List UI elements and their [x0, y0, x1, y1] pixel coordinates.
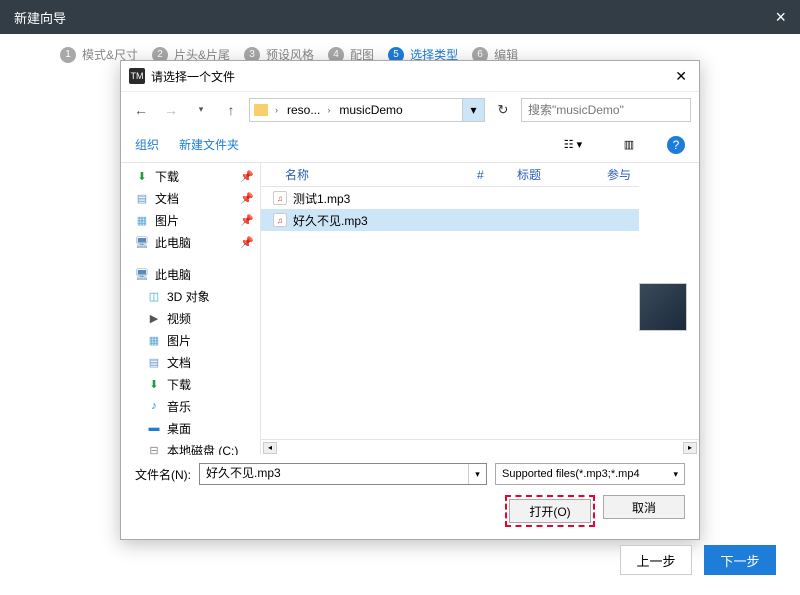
folder-tree: ⬇下载📌 ▤文档📌 ▦图片📌 🖥此电脑📌 🖥此电脑 ◫3D 对象 ▶视频 ▦图片…: [121, 163, 261, 455]
pin-icon: 📌: [240, 170, 254, 183]
tree-item[interactable]: ▦图片📌: [121, 209, 260, 231]
audio-file-icon: ♫: [273, 191, 287, 205]
download-icon: ⬇: [135, 169, 149, 183]
breadcrumb[interactable]: › reso... › musicDemo ▾: [249, 98, 485, 122]
pin-icon: 📌: [240, 236, 254, 249]
filename-label: 文件名(N):: [135, 466, 191, 483]
tree-item-this-pc[interactable]: 🖥此电脑: [121, 263, 260, 285]
col-num[interactable]: #: [469, 168, 509, 182]
nav-bar: ← → ▾ ↑ › reso... › musicDemo ▾ ↻ 搜索"mus…: [121, 91, 699, 127]
wizard-footer: 上一步 下一步: [620, 545, 776, 575]
prev-step-button[interactable]: 上一步: [620, 545, 692, 575]
search-input[interactable]: 搜索"musicDemo": [521, 98, 691, 122]
picture-icon: ▦: [147, 333, 161, 347]
preview-pane: [639, 163, 699, 439]
view-mode-button[interactable]: ☷ ▾: [555, 134, 591, 156]
tree-item[interactable]: ▤文档: [121, 351, 260, 373]
filename-input[interactable]: 好久不见.mp3 ▾: [199, 463, 487, 485]
music-icon: ♪: [147, 399, 161, 413]
pin-icon: 📌: [240, 192, 254, 205]
back-icon[interactable]: ←: [129, 98, 153, 122]
audio-file-icon: ♫: [273, 213, 287, 227]
preview-pane-button[interactable]: ▥: [611, 134, 647, 156]
tree-item[interactable]: ⊟本地磁盘 (C:): [121, 439, 260, 455]
3d-icon: ◫: [147, 289, 161, 303]
disk-icon: ⊟: [147, 443, 161, 455]
tree-item[interactable]: ♪音乐: [121, 395, 260, 417]
path-segment[interactable]: reso...: [281, 99, 324, 121]
col-title[interactable]: 标题: [509, 166, 599, 183]
new-folder-button[interactable]: 新建文件夹: [179, 136, 239, 153]
pc-icon: 🖥: [135, 267, 149, 281]
column-headers: 名称 # 标题 参与: [261, 163, 639, 187]
tree-item[interactable]: ⬇下载📌: [121, 165, 260, 187]
picture-icon: ▦: [135, 213, 149, 227]
tree-item[interactable]: ▦图片: [121, 329, 260, 351]
file-row[interactable]: ♫测试1.mp3: [261, 187, 639, 209]
col-name[interactable]: 名称: [277, 166, 469, 183]
dialog-footer: 文件名(N): 好久不见.mp3 ▾ Supported files(*.mp3…: [121, 455, 699, 539]
organize-button[interactable]: 组织: [135, 136, 159, 153]
filetype-filter[interactable]: Supported files(*.mp3;*.mp4▾: [495, 463, 685, 485]
tree-item[interactable]: ▶视频: [121, 307, 260, 329]
video-icon: ▶: [147, 311, 161, 325]
document-icon: ▤: [135, 191, 149, 205]
horizontal-scrollbar[interactable]: ◂ ▸: [261, 439, 699, 455]
highlight-annotation: 打开(O): [505, 495, 595, 527]
next-step-button[interactable]: 下一步: [704, 545, 776, 575]
file-row[interactable]: ♫好久不见.mp3: [261, 209, 639, 231]
refresh-icon[interactable]: ↻: [491, 98, 515, 122]
document-icon: ▤: [147, 355, 161, 369]
pc-icon: 🖥: [135, 235, 149, 249]
path-dropdown-icon[interactable]: ▾: [462, 99, 484, 121]
chevron-down-icon[interactable]: ▾: [189, 98, 213, 122]
preview-thumbnail: [639, 283, 687, 331]
desktop-icon: ▬: [147, 421, 161, 435]
tree-item[interactable]: ⬇下载: [121, 373, 260, 395]
dialog-titlebar: TM 请选择一个文件 ✕: [121, 61, 699, 91]
scroll-right-icon[interactable]: ▸: [683, 442, 697, 454]
tree-item[interactable]: ▬桌面: [121, 417, 260, 439]
open-button[interactable]: 打开(O): [509, 499, 591, 523]
tree-item[interactable]: 🖥此电脑📌: [121, 231, 260, 253]
help-icon[interactable]: ?: [667, 136, 685, 154]
file-list: 名称 # 标题 参与 ♫测试1.mp3 ♫好久不见.mp3: [261, 163, 639, 439]
cancel-button[interactable]: 取消: [603, 495, 685, 519]
forward-icon[interactable]: →: [159, 98, 183, 122]
app-logo-icon: TM: [129, 68, 145, 84]
path-segment[interactable]: musicDemo: [333, 99, 406, 121]
dialog-toolbar: 组织 新建文件夹 ☷ ▾ ▥ ?: [121, 127, 699, 163]
download-icon: ⬇: [147, 377, 161, 391]
tree-item[interactable]: ▤文档📌: [121, 187, 260, 209]
dialog-close-icon[interactable]: ✕: [671, 68, 691, 85]
dialog-title: 请选择一个文件: [151, 68, 235, 85]
pin-icon: 📌: [240, 214, 254, 227]
close-icon[interactable]: ×: [775, 7, 786, 28]
wizard-title: 新建向导: [14, 8, 66, 27]
scroll-left-icon[interactable]: ◂: [263, 442, 277, 454]
up-icon[interactable]: ↑: [219, 98, 243, 122]
chevron-down-icon: ▾: [673, 469, 678, 480]
wizard-header: 新建向导 ×: [0, 0, 800, 34]
folder-icon: [254, 104, 268, 116]
col-part[interactable]: 参与: [599, 166, 639, 183]
file-open-dialog: TM 请选择一个文件 ✕ ← → ▾ ↑ › reso... › musicDe…: [120, 60, 700, 540]
chevron-down-icon[interactable]: ▾: [468, 464, 486, 484]
tree-item[interactable]: ◫3D 对象: [121, 285, 260, 307]
